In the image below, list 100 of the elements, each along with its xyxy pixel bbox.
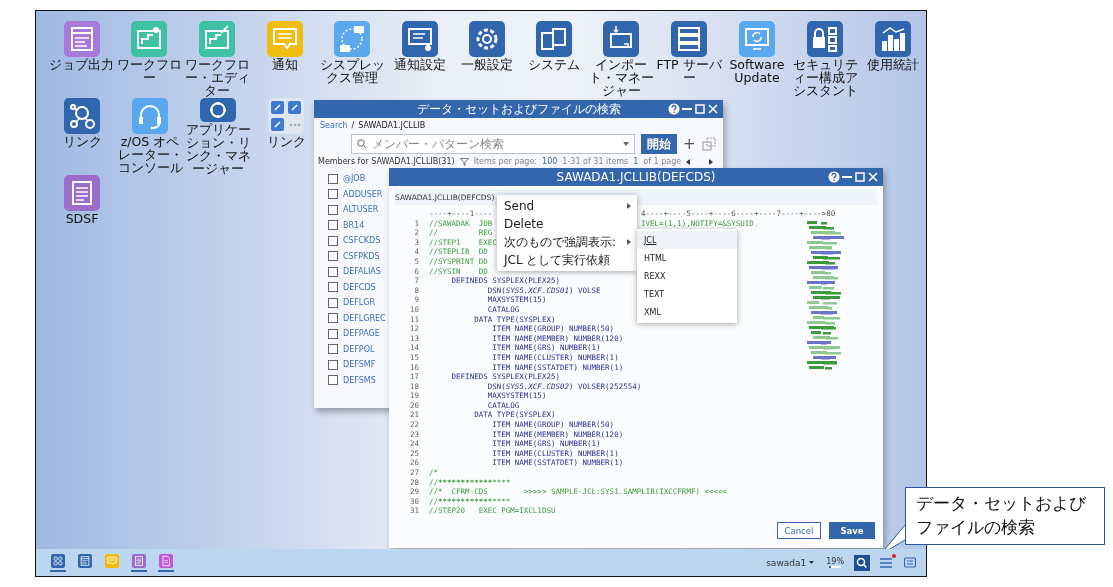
checkbox[interactable]	[328, 173, 338, 184]
menu-item[interactable]: REXX	[637, 267, 737, 285]
checkbox[interactable]	[328, 313, 338, 324]
close-icon[interactable]	[707, 103, 719, 115]
server-icon[interactable]	[671, 21, 707, 57]
member-link[interactable]: DEFLGR	[343, 298, 376, 308]
menu-item[interactable]: HTML	[637, 249, 737, 267]
page-number[interactable]: 1	[633, 157, 639, 167]
list-icon[interactable]	[132, 553, 146, 568]
member-link[interactable]: ADDUSER	[343, 189, 383, 199]
usage-reading: 19%	[826, 557, 844, 566]
start-button[interactable]: 開始	[641, 134, 677, 154]
app-label[interactable]: ジョブ出力	[49, 58, 114, 71]
caret-icon[interactable]	[623, 142, 629, 146]
user-menu[interactable]: sawada1	[766, 557, 815, 568]
app-label[interactable]: SDSF	[65, 212, 99, 225]
menu-item[interactable]: 次のもので強調表示:	[497, 233, 637, 251]
help-icon[interactable]	[828, 171, 840, 183]
page-icon[interactable]	[159, 553, 173, 568]
member-link[interactable]: DEFALIAS	[343, 267, 381, 277]
apps-grid-icon[interactable]	[51, 553, 65, 568]
nodes-icon[interactable]	[64, 98, 100, 134]
help-icon[interactable]	[668, 103, 680, 115]
app-label[interactable]: アプリケーション・リンク・マネージャー	[184, 123, 252, 175]
app-label[interactable]: Software Update	[723, 58, 791, 84]
app-label[interactable]: シスプレックス管理	[318, 58, 386, 84]
next-page-icon[interactable]	[708, 159, 714, 165]
menu-item[interactable]: XML	[637, 303, 737, 321]
member-link[interactable]: DEFCDS	[343, 282, 376, 292]
search-icon	[357, 139, 367, 149]
search-button[interactable]	[854, 554, 870, 571]
app-label[interactable]: セキュリティー構成アシスタント	[791, 58, 859, 97]
member-link[interactable]: ALTUSER	[343, 205, 379, 215]
maximize-icon[interactable]	[854, 171, 866, 183]
app-label[interactable]: 一般設定	[460, 58, 513, 71]
list-icon[interactable]	[64, 175, 100, 211]
checkbox[interactable]	[328, 251, 338, 262]
checkbox[interactable]	[328, 375, 338, 386]
cluster-icon[interactable]	[334, 21, 370, 57]
app-label[interactable]: リンク	[62, 135, 102, 148]
menu-button[interactable]	[878, 554, 894, 571]
menu-item[interactable]: JCL	[637, 231, 737, 249]
link-group-icon[interactable]	[268, 98, 304, 134]
checkbox[interactable]	[328, 220, 338, 231]
document-icon[interactable]	[78, 553, 92, 568]
monitor-button[interactable]	[902, 554, 918, 571]
filter-icon[interactable]	[459, 158, 469, 166]
checkbox[interactable]	[328, 297, 338, 308]
breadcrumb-link[interactable]: Search	[320, 121, 348, 131]
maximize-icon[interactable]	[694, 103, 706, 115]
checkbox[interactable]	[328, 328, 338, 339]
app-label[interactable]: 通知	[271, 58, 298, 71]
app-label[interactable]: ワークフロー	[115, 58, 183, 84]
app-label[interactable]: インポート・マネージャー	[587, 58, 655, 97]
checkbox[interactable]	[328, 204, 338, 215]
update-icon[interactable]	[739, 21, 775, 57]
previous-page-icon[interactable]	[686, 159, 692, 165]
app-label[interactable]: z/OS オペレーター・コンソール	[116, 135, 184, 174]
checkbox[interactable]	[328, 344, 338, 355]
app-label[interactable]: リンク	[266, 135, 306, 148]
member-link[interactable]: @JOB	[343, 174, 366, 184]
menu-item[interactable]: Delete	[497, 215, 637, 233]
document-icon[interactable]	[63, 21, 100, 57]
member-link[interactable]: DEFSMS	[343, 375, 376, 385]
member-link[interactable]: BR14	[343, 220, 365, 230]
window-title: データ・セットおよびファイルの検索	[416, 100, 621, 118]
member-link[interactable]: DEFPOL	[343, 344, 375, 354]
app-label[interactable]: ワークフロー・エディター	[183, 58, 251, 97]
checkbox[interactable]	[328, 282, 338, 293]
member-link[interactable]: DEFPAGE	[343, 329, 380, 339]
member-link[interactable]: DEFSMF	[343, 360, 376, 370]
member-link[interactable]: CSFCKDS	[343, 236, 381, 246]
ring-icon[interactable]	[200, 98, 236, 122]
windows-icon[interactable]	[535, 21, 572, 57]
headset-icon[interactable]	[132, 98, 168, 134]
menu-item[interactable]: TEXT	[637, 285, 737, 303]
lock-icon[interactable]	[807, 21, 843, 57]
menu-item[interactable]: JCL として実行依頼	[497, 251, 637, 269]
bar-chart-icon[interactable]	[874, 21, 911, 57]
checkbox[interactable]	[328, 189, 338, 200]
dialog-button[interactable]: Save	[829, 522, 875, 539]
app-label[interactable]: 使用統計	[866, 58, 919, 71]
close-icon[interactable]	[867, 171, 879, 183]
search-field[interactable]: メンバー・パターン検索	[351, 134, 635, 154]
app-label[interactable]: FTP サーバー	[655, 58, 723, 84]
settings-icon[interactable]	[468, 21, 505, 57]
import-icon[interactable]	[603, 21, 639, 57]
dialog-button[interactable]: Cancel	[777, 522, 821, 539]
member-link[interactable]: DEFLGREC	[343, 313, 386, 323]
add-button[interactable]: +	[683, 136, 696, 152]
app-label[interactable]: 通知設定	[393, 58, 446, 71]
member-link[interactable]: CSFPKDS	[343, 251, 380, 261]
caret-icon	[809, 561, 815, 564]
checkbox[interactable]	[328, 266, 338, 277]
breadcrumb-separator: /	[351, 121, 355, 131]
menu-item[interactable]: Send	[497, 197, 637, 215]
checkbox[interactable]	[328, 359, 338, 370]
app-label[interactable]: システム	[527, 58, 580, 71]
checkbox[interactable]	[328, 235, 338, 246]
items-per-page-value[interactable]: 100	[542, 157, 558, 167]
